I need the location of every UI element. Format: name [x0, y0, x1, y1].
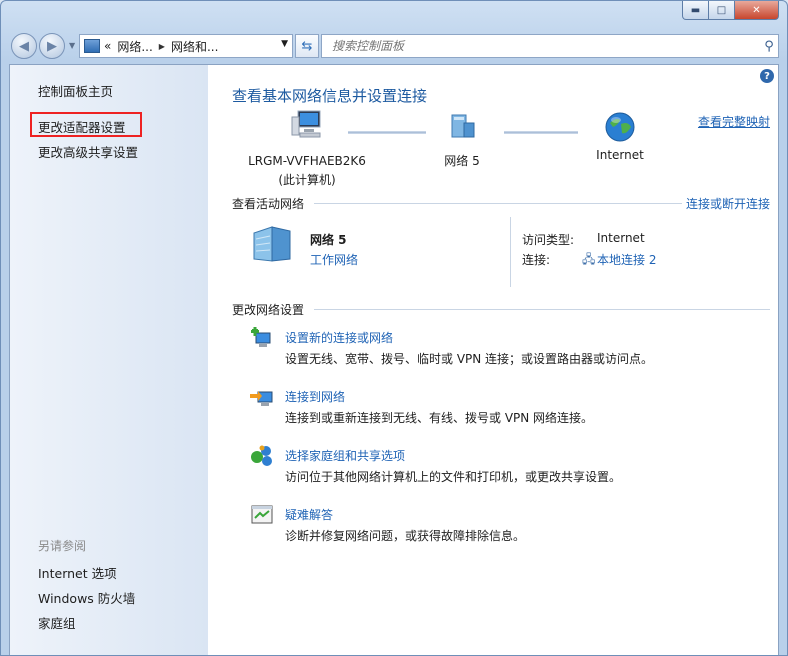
address-dropdown-icon[interactable]: ▼	[281, 39, 288, 49]
connect-to-network-icon[interactable]	[250, 386, 274, 408]
sidebar-adapter-settings-link[interactable]: 更改适配器设置	[38, 117, 126, 136]
computer-name-label: LRGM-VVFHAEB2K6	[248, 154, 366, 168]
main-panel: ? 查看基本网络信息并设置连接 查看完整映射 LRGM-VVFHAEB2K6 (…	[208, 65, 778, 655]
close-button[interactable]: ✕	[735, 1, 779, 20]
address-bar[interactable]: « 网络... ▶ 网络和... ▼	[79, 34, 293, 58]
computer-icon	[291, 110, 321, 138]
vertical-divider	[510, 217, 511, 287]
globe-icon	[605, 112, 635, 142]
back-arrow-icon: ◀	[19, 38, 29, 54]
see-also-heading: 另请参阅	[38, 539, 87, 553]
connect-to-network-link[interactable]: 连接到网络	[285, 388, 345, 405]
refresh-button[interactable]: ⇆	[295, 34, 319, 58]
search-icon[interactable]: ⚲	[760, 39, 778, 54]
task-description: 设置无线、宽带、拨号、临时或 VPN 连接；或设置路由器或访问点。	[285, 352, 654, 366]
sidebar-home-link[interactable]: 控制面板主页	[38, 81, 113, 100]
homegroup-link[interactable]: 家庭组	[38, 613, 76, 632]
windows-firewall-link[interactable]: Windows 防火墙	[38, 588, 135, 607]
page-title: 查看基本网络信息并设置连接	[232, 87, 428, 105]
setup-new-connection-link[interactable]: 设置新的连接或网络	[285, 329, 393, 346]
control-panel-icon	[84, 39, 100, 53]
breadcrumb-network[interactable]: 网络...	[117, 38, 152, 55]
homegroup-sharing-link[interactable]: 选择家庭组和共享选项	[285, 447, 405, 464]
network-icon	[451, 114, 475, 138]
breadcrumb-overflow[interactable]: «	[104, 39, 111, 53]
troubleshoot-link[interactable]: 疑难解答	[285, 506, 333, 523]
map-node-computer: LRGM-VVFHAEB2K6 (此计算机)	[242, 109, 372, 188]
navigation-bar: ◀ ▶ ▼ « 网络... ▶ 网络和... ▼ ⇆ ⚲	[9, 33, 779, 59]
active-networks-heading: 查看活动网络	[232, 197, 305, 211]
section-divider	[314, 309, 770, 310]
network-type-link[interactable]: 工作网络	[310, 251, 358, 268]
local-connection-link[interactable]: 本地连接 2	[597, 251, 656, 268]
back-button[interactable]: ◀	[11, 33, 37, 59]
ethernet-icon: 🖧	[582, 252, 596, 266]
active-network-icon[interactable]	[250, 223, 300, 265]
forward-button[interactable]: ▶	[39, 33, 65, 59]
search-box[interactable]: ⚲	[321, 34, 779, 58]
access-type-label: 访问类型:	[522, 233, 575, 247]
network-node-label: 网络 5	[444, 154, 480, 168]
task-description: 访问位于其他网络计算机上的文件和打印机，或更改共享设置。	[285, 470, 622, 484]
internet-node-label: Internet	[596, 148, 644, 162]
new-connection-icon[interactable]	[250, 327, 274, 349]
view-full-map-link[interactable]: 查看完整映射	[698, 113, 770, 130]
maximize-button[interactable]: □	[709, 1, 735, 20]
minimize-button[interactable]: ▬	[682, 1, 709, 20]
sidebar: 控制面板主页 更改适配器设置 更改高级共享设置 另请参阅 Internet 选项…	[10, 65, 208, 655]
content-area: 控制面板主页 更改适配器设置 更改高级共享设置 另请参阅 Internet 选项…	[9, 64, 779, 655]
caption-buttons: ▬ □ ✕	[682, 1, 779, 20]
map-link-line	[348, 131, 426, 134]
breadcrumb-network-sharing[interactable]: 网络和...	[171, 38, 218, 55]
search-input[interactable]	[330, 38, 760, 54]
map-node-network[interactable]: 网络 5	[422, 113, 502, 169]
internet-options-link[interactable]: Internet 选项	[38, 563, 117, 582]
troubleshoot-icon[interactable]	[250, 504, 274, 526]
task-description: 连接到或重新连接到无线、有线、拨号或 VPN 网络连接。	[285, 411, 594, 425]
section-divider	[314, 203, 682, 204]
task-description: 诊断并修复网络问题，或获得故障排除信息。	[285, 529, 526, 543]
homegroup-sharing-icon[interactable]	[250, 445, 274, 467]
forward-arrow-icon: ▶	[47, 38, 57, 54]
change-settings-heading: 更改网络设置	[232, 303, 305, 317]
connection-label: 连接:	[522, 253, 551, 267]
breadcrumb-separator-icon[interactable]: ▶	[159, 42, 165, 51]
recent-pages-dropdown[interactable]: ▼	[69, 41, 75, 50]
map-link-line	[504, 131, 578, 134]
this-computer-label: (此计算机)	[278, 173, 336, 187]
control-panel-window: ▬ □ ✕ ◀ ▶ ▼ « 网络... ▶ 网络和... ▼ ⇆ ⚲ 控制面板主…	[0, 0, 788, 656]
sidebar-advanced-sharing-link[interactable]: 更改高级共享设置	[38, 142, 138, 161]
map-node-internet[interactable]: Internet	[580, 111, 660, 162]
connect-disconnect-link[interactable]: 连接或断开连接	[686, 195, 770, 212]
help-icon[interactable]: ?	[760, 69, 774, 83]
refresh-icon: ⇆	[301, 38, 313, 54]
access-type-value: Internet	[597, 231, 645, 245]
active-network-name: 网络 5	[310, 233, 347, 247]
